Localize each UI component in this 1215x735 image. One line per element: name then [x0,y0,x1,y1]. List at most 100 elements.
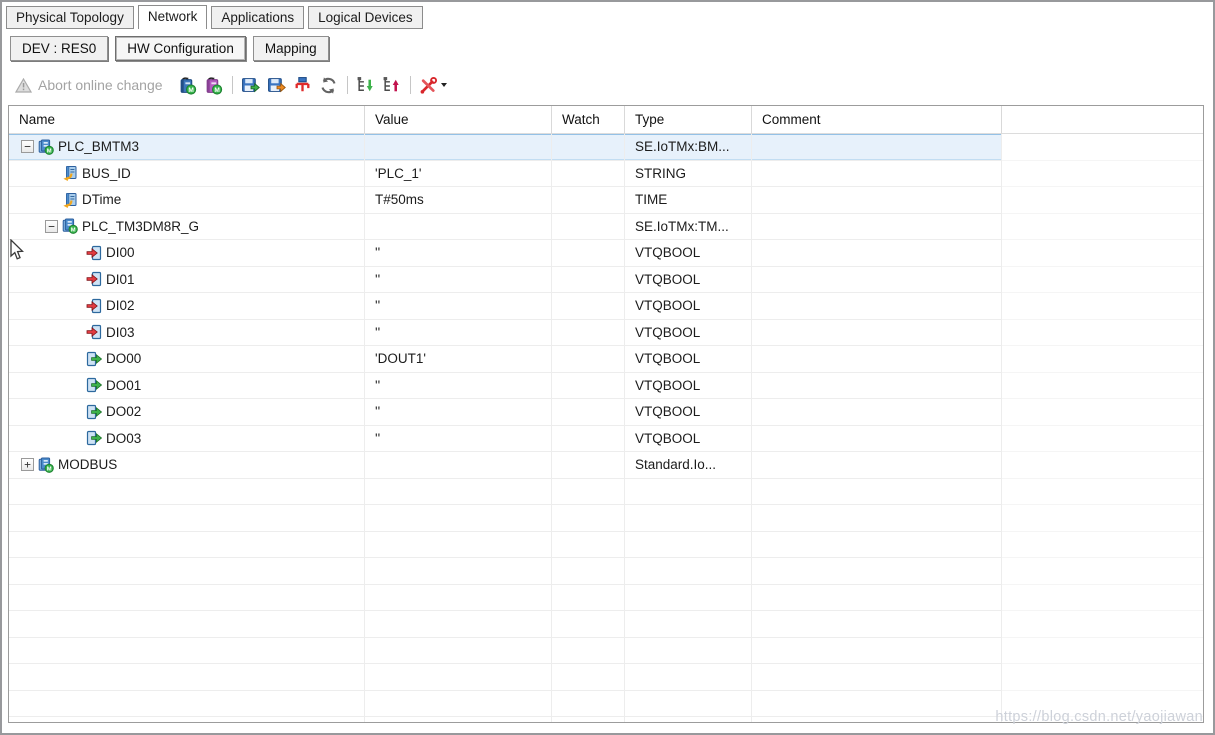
empty-table-row[interactable] [9,532,1203,559]
column-header-type[interactable]: Type [625,106,752,133]
subtab-dev-res0[interactable]: DEV : RES0 [10,36,108,61]
value-cell[interactable]: '' [365,399,552,426]
tree-table-row[interactable]: DO02 '' VTQBOOL [9,399,1203,426]
param-icon [62,165,78,181]
watch-cell[interactable] [552,293,625,320]
tree-table-row[interactable]: DO03 '' VTQBOOL [9,426,1203,453]
empty-table-row[interactable] [9,611,1203,638]
name-cell [9,717,365,723]
watch-cell[interactable] [552,399,625,426]
module-import-icon: M [204,76,223,95]
tab-applications[interactable]: Applications [211,6,304,29]
tools-menu-button[interactable] [417,73,449,97]
watch-cell[interactable] [552,134,625,161]
comment-cell[interactable] [752,293,1002,320]
watch-cell[interactable] [552,452,625,479]
empty-table-row[interactable] [9,638,1203,665]
comment-cell[interactable] [752,399,1002,426]
sub-tab-bar: DEV : RES0 HW Configuration Mapping [2,29,1213,66]
tree-table-row[interactable]: DI00 '' VTQBOOL [9,240,1203,267]
abort-online-change-button[interactable]: Abort online change [15,77,163,93]
empty-table-row[interactable] [9,479,1203,506]
tree-table-row[interactable]: DI01 '' VTQBOOL [9,267,1203,294]
name-cell [9,664,365,691]
comment-cell[interactable] [752,240,1002,267]
tree-expander-icon[interactable]: + [21,458,34,471]
row-icon-slot [86,245,102,261]
tree-table-row[interactable]: DO01 '' VTQBOOL [9,373,1203,400]
import-button[interactable] [265,73,289,97]
value-cell[interactable]: '' [365,267,552,294]
comment-cell[interactable] [752,267,1002,294]
watch-cell[interactable] [552,161,625,188]
value-cell[interactable]: '' [365,240,552,267]
value-cell[interactable]: '' [365,320,552,347]
tree-table-row[interactable]: DO00 'DOUT1' VTQBOOL [9,346,1203,373]
column-header-watch[interactable]: Watch [552,106,625,133]
filler-cell [1002,373,1203,400]
empty-table-row[interactable] [9,558,1203,585]
value-cell [365,585,552,612]
tab-logical-devices[interactable]: Logical Devices [308,6,423,29]
subtab-mapping[interactable]: Mapping [253,36,329,61]
tree-table-row[interactable]: BUS_ID 'PLC_1' STRING [9,161,1203,188]
tab-physical-topology[interactable]: Physical Topology [6,6,134,29]
module-export-button[interactable]: M [176,73,200,97]
row-icon-slot: M [38,457,54,473]
comment-cell[interactable] [752,161,1002,188]
value-cell[interactable] [365,134,552,161]
tree-table-row[interactable]: DI02 '' VTQBOOL [9,293,1203,320]
comment-cell[interactable] [752,346,1002,373]
comment-cell[interactable] [752,187,1002,214]
tree-table-row[interactable]: DI03 '' VTQBOOL [9,320,1203,347]
communication-settings-button[interactable] [291,73,315,97]
tree-table-row[interactable]: − M PLC_BMTM3 SE.IoTMx:BM... [9,134,1203,161]
export-button[interactable] [239,73,263,97]
subtab-hw-configuration[interactable]: HW Configuration [115,36,246,61]
comment-cell[interactable] [752,452,1002,479]
watch-cell[interactable] [552,373,625,400]
empty-table-row[interactable] [9,585,1203,612]
column-header-value[interactable]: Value [365,106,552,133]
empty-table-row[interactable] [9,664,1203,691]
watch-cell[interactable] [552,214,625,241]
value-cell[interactable] [365,452,552,479]
tab-network[interactable]: Network [138,5,208,29]
column-header-name[interactable]: Name [9,106,365,133]
filler-cell [1002,611,1203,638]
column-header-comment[interactable]: Comment [752,106,1002,133]
value-cell[interactable]: T#50ms [365,187,552,214]
watch-cell[interactable] [552,240,625,267]
value-cell[interactable] [365,214,552,241]
tree-table-row[interactable]: + M MODBUS Standard.Io... [9,452,1203,479]
expand-all-button[interactable] [354,73,378,97]
value-cell[interactable]: 'DOUT1' [365,346,552,373]
collapse-all-button[interactable] [380,73,404,97]
comment-cell[interactable] [752,134,1002,161]
refresh-button[interactable] [317,73,341,97]
comment-cell[interactable] [752,320,1002,347]
value-cell[interactable]: '' [365,293,552,320]
comment-cell[interactable] [752,373,1002,400]
module-import-button[interactable]: M [202,73,226,97]
watch-cell[interactable] [552,267,625,294]
watch-cell[interactable] [552,426,625,453]
watch-cell [552,479,625,506]
empty-table-row[interactable] [9,505,1203,532]
watch-cell[interactable] [552,187,625,214]
filler-cell [1002,240,1203,267]
dropdown-caret-icon [441,83,447,87]
tree-expander-icon[interactable]: − [45,220,58,233]
tree-expander-icon[interactable]: − [21,140,34,153]
refresh-icon [319,76,338,95]
tree-table-row[interactable]: DTime T#50ms TIME [9,187,1203,214]
comment-cell[interactable] [752,426,1002,453]
value-cell[interactable]: '' [365,426,552,453]
value-cell[interactable]: '' [365,373,552,400]
value-cell[interactable]: 'PLC_1' [365,161,552,188]
watch-cell[interactable] [552,320,625,347]
watch-cell[interactable] [552,346,625,373]
row-icon-slot [86,324,102,340]
comment-cell[interactable] [752,214,1002,241]
tree-table-row[interactable]: − M PLC_TM3DM8R_G SE.IoTMx:TM... [9,214,1203,241]
